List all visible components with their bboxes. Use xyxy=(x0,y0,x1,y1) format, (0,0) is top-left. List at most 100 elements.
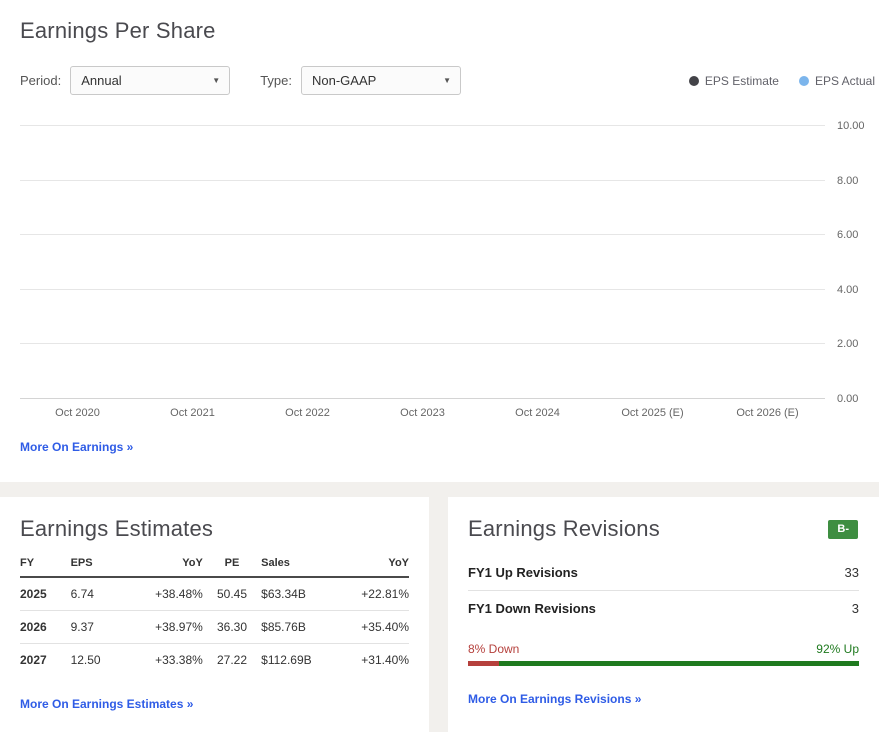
revision-row-label: FY1 Down Revisions xyxy=(468,601,596,616)
sentiment-labels: 8% Down 92% Up xyxy=(468,642,859,656)
y-axis-tick-label: 10.00 xyxy=(837,120,865,132)
table-cell: 27.22 xyxy=(203,644,261,677)
bottom-panels: Earnings Estimates FYEPSYoYPESalesYoY 20… xyxy=(0,497,879,732)
estimates-title: Earnings Estimates xyxy=(20,516,409,542)
legend-item-label: EPS Actual xyxy=(815,74,875,88)
revisions-sentiment: 8% Down 92% Up xyxy=(468,642,859,666)
table-cell: +22.81% xyxy=(347,577,409,611)
eps-section: Earnings Per Share Period: Annual ▼ Type… xyxy=(0,0,879,456)
table-cell: $63.34B xyxy=(261,577,347,611)
earnings-estimates-card: Earnings Estimates FYEPSYoYPESalesYoY 20… xyxy=(0,497,429,732)
more-on-earnings-estimates-link[interactable]: More On Earnings Estimates » xyxy=(20,697,193,711)
table-cell: 2026 xyxy=(20,611,71,644)
bar-slot-0 xyxy=(20,126,135,399)
period-label: Period: xyxy=(20,73,61,88)
table-cell: 6.74 xyxy=(71,577,122,611)
table-cell: +35.40% xyxy=(347,611,409,644)
column-header-yoy-2: YoY xyxy=(121,557,203,577)
gridline-8 xyxy=(20,180,825,181)
earnings-dashboard: Earnings Per Share Period: Annual ▼ Type… xyxy=(0,0,879,732)
legend-item-1[interactable]: EPS Actual xyxy=(799,74,875,88)
x-axis-label: Oct 2024 xyxy=(480,407,595,419)
x-axis-label: Oct 2020 xyxy=(20,407,135,419)
revisions-header: Earnings Revisions B- xyxy=(468,516,859,542)
y-axis-tick-label: 4.00 xyxy=(837,284,858,296)
revision-row-label: FY1 Up Revisions xyxy=(468,565,578,580)
revision-row-value: 3 xyxy=(852,601,859,616)
table-cell: 2025 xyxy=(20,577,71,611)
bar-slot-3 xyxy=(365,126,480,399)
table-cell: 12.50 xyxy=(71,644,122,677)
table-row: 202712.50+33.38%27.22$112.69B+31.40% xyxy=(20,644,409,677)
gridline-10 xyxy=(20,125,825,126)
section-divider xyxy=(0,482,879,497)
more-on-earnings-link[interactable]: More On Earnings » xyxy=(20,440,133,454)
bar-slot-1 xyxy=(135,126,250,399)
gridline-6 xyxy=(20,234,825,235)
y-axis-tick-label: 6.00 xyxy=(837,229,858,241)
table-cell: +38.48% xyxy=(121,577,203,611)
down-bar-segment xyxy=(468,661,499,666)
type-select-value: Non-GAAP xyxy=(312,73,376,88)
revision-row-value: 33 xyxy=(845,565,859,580)
table-row: 20269.37+38.97%36.30$85.76B+35.40% xyxy=(20,611,409,644)
column-header-yoy-5: YoY xyxy=(347,557,409,577)
period-select-value: Annual xyxy=(81,73,121,88)
chart-legend: EPS Estimate EPS Actual xyxy=(689,74,875,88)
estimates-header-row: FYEPSYoYPESalesYoY xyxy=(20,557,409,577)
earnings-revisions-card: Earnings Revisions B- FY1 Up Revisions33… xyxy=(448,497,879,732)
revision-row-0: FY1 Up Revisions 33 xyxy=(468,555,859,591)
chart-x-axis-labels: Oct 2020Oct 2021Oct 2022Oct 2023Oct 2024… xyxy=(20,407,825,419)
bar-slot-6 xyxy=(710,126,825,399)
revisions-rows: FY1 Up Revisions 33 FY1 Down Revisions 3 xyxy=(468,555,859,626)
y-axis-tick-label: 8.00 xyxy=(837,175,858,187)
gridline-0 xyxy=(20,398,825,399)
more-on-earnings-revisions-link[interactable]: More On Earnings Revisions » xyxy=(468,692,641,706)
legend-dot-icon xyxy=(689,76,699,86)
legend-dot-icon xyxy=(799,76,809,86)
column-header-fy-0: FY xyxy=(20,557,71,577)
chevron-down-icon: ▼ xyxy=(443,76,451,85)
table-cell: $112.69B xyxy=(261,644,347,677)
x-axis-label: Oct 2022 xyxy=(250,407,365,419)
table-cell: +38.97% xyxy=(121,611,203,644)
eps-bar-chart: 0.002.004.006.008.0010.00 Oct 2020Oct 20… xyxy=(20,126,825,419)
eps-section-title: Earnings Per Share xyxy=(20,18,879,44)
column-header-pe-3: PE xyxy=(203,557,261,577)
type-select[interactable]: Non-GAAP ▼ xyxy=(301,66,461,95)
x-axis-label: Oct 2025 (E) xyxy=(595,407,710,419)
revision-row-1: FY1 Down Revisions 3 xyxy=(468,591,859,626)
table-cell: $85.76B xyxy=(261,611,347,644)
bar-slot-4 xyxy=(480,126,595,399)
gridline-2 xyxy=(20,343,825,344)
type-label: Type: xyxy=(260,73,292,88)
chart-controls: Period: Annual ▼ Type: Non-GAAP ▼ EPS Es… xyxy=(20,66,879,95)
x-axis-label: Oct 2023 xyxy=(365,407,480,419)
revisions-title: Earnings Revisions xyxy=(468,516,660,542)
table-cell: +33.38% xyxy=(121,644,203,677)
x-axis-label: Oct 2026 (E) xyxy=(710,407,825,419)
legend-item-label: EPS Estimate xyxy=(705,74,779,88)
up-percent-label: 92% Up xyxy=(816,642,859,656)
column-header-sales-4: Sales xyxy=(261,557,347,577)
x-axis-label: Oct 2021 xyxy=(135,407,250,419)
table-row: 20256.74+38.48%50.45$63.34B+22.81% xyxy=(20,577,409,611)
chevron-down-icon: ▼ xyxy=(212,76,220,85)
bar-slot-5 xyxy=(595,126,710,399)
down-percent-label: 8% Down xyxy=(468,642,519,656)
estimates-table: FYEPSYoYPESalesYoY 20256.74+38.48%50.45$… xyxy=(20,557,409,676)
table-cell: 9.37 xyxy=(71,611,122,644)
revisions-grade-badge[interactable]: B- xyxy=(828,520,858,539)
legend-item-0[interactable]: EPS Estimate xyxy=(689,74,779,88)
chart-plot-area: 0.002.004.006.008.0010.00 xyxy=(20,126,825,399)
y-axis-tick-label: 0.00 xyxy=(837,393,858,405)
gridline-4 xyxy=(20,289,825,290)
up-bar-segment xyxy=(499,661,859,666)
column-header-eps-1: EPS xyxy=(71,557,122,577)
table-cell: 2027 xyxy=(20,644,71,677)
table-cell: +31.40% xyxy=(347,644,409,677)
panel-gutter xyxy=(429,497,448,732)
chart-bars xyxy=(20,126,825,399)
sentiment-bar xyxy=(468,661,859,666)
period-select[interactable]: Annual ▼ xyxy=(70,66,230,95)
